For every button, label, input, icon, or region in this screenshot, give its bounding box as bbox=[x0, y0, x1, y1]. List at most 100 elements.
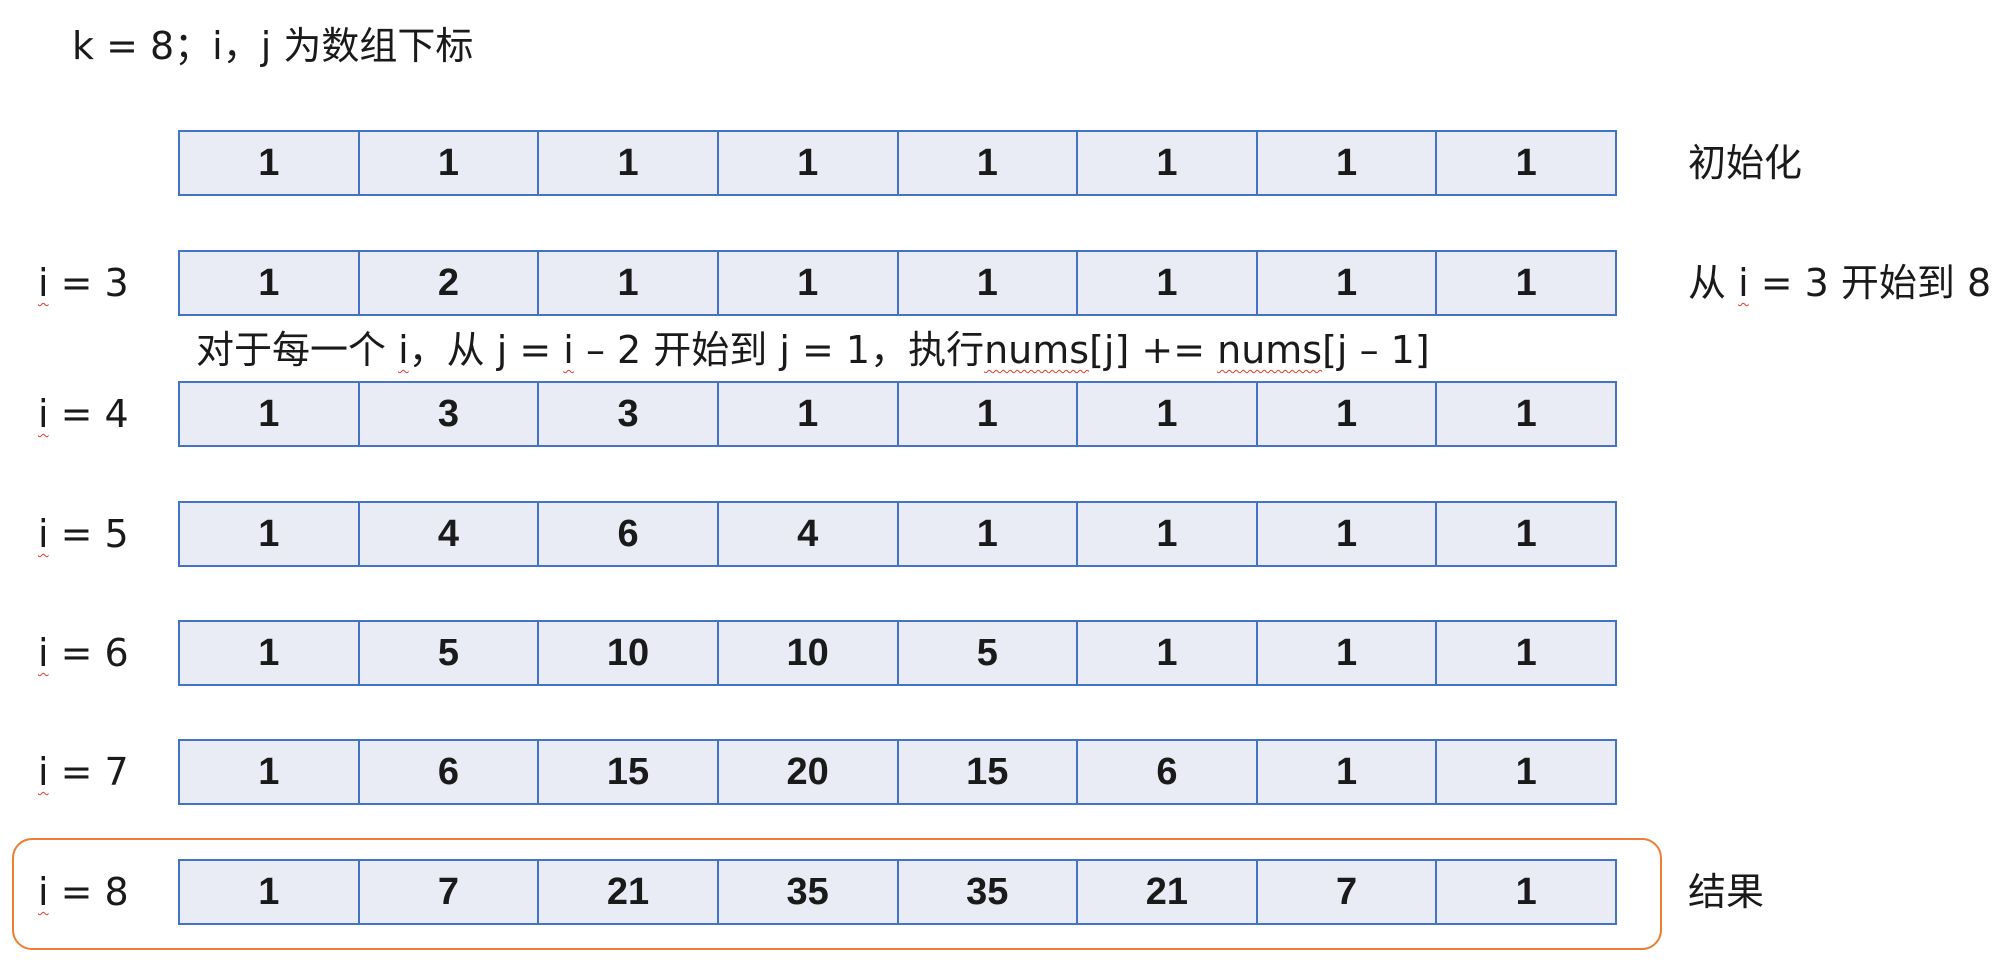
array-cell: 1 bbox=[178, 620, 360, 686]
array-cell: 1 bbox=[1435, 130, 1617, 196]
array-cell: 1 bbox=[716, 250, 899, 316]
array-cell: 4 bbox=[716, 501, 899, 567]
array-cell: 35 bbox=[716, 859, 899, 925]
step-note-var: nums bbox=[984, 328, 1090, 372]
array-cell: 1 bbox=[1255, 739, 1438, 805]
step-note-text: [j – 1] bbox=[1322, 328, 1430, 372]
array-cell: 15 bbox=[537, 739, 719, 805]
array-cell: 5 bbox=[357, 620, 540, 686]
row-label-var: i bbox=[38, 750, 49, 794]
side-note-var: i bbox=[1738, 261, 1749, 305]
array-cell: 1 bbox=[896, 250, 1079, 316]
row-label-i6: i = 6 bbox=[38, 620, 178, 686]
array-row-i4: 1 3 3 1 1 1 1 1 bbox=[178, 381, 1617, 447]
array-cell: 3 bbox=[537, 381, 719, 447]
side-note-range: 从 i = 3 开始到 8 bbox=[1688, 250, 1991, 316]
step-note-text: ，从 j = bbox=[408, 328, 564, 372]
array-cell: 6 bbox=[1076, 739, 1258, 805]
step-note-text: – 2 开始到 j = 1，执行 bbox=[573, 328, 985, 372]
array-cell: 2 bbox=[357, 250, 540, 316]
array-cell: 1 bbox=[1435, 859, 1617, 925]
array-cell: 1 bbox=[1435, 739, 1617, 805]
array-cell: 7 bbox=[357, 859, 540, 925]
array-row-i3: 1 2 1 1 1 1 1 1 bbox=[178, 250, 1617, 316]
array-cell: 1 bbox=[1076, 381, 1258, 447]
step-note-var: i bbox=[563, 328, 574, 372]
array-cell: 1 bbox=[1435, 501, 1617, 567]
array-cell: 15 bbox=[896, 739, 1079, 805]
array-cell: 1 bbox=[1255, 250, 1438, 316]
header-note: k = 8；i，j 为数组下标 bbox=[72, 24, 474, 68]
row-label-i8: i = 8 bbox=[38, 859, 178, 925]
array-cell: 1 bbox=[1255, 620, 1438, 686]
array-row-init: 1 1 1 1 1 1 1 1 bbox=[178, 130, 1617, 196]
side-note-init: 初始化 bbox=[1688, 130, 1802, 196]
row-label-value: = 5 bbox=[48, 512, 129, 556]
row-label-var: i bbox=[38, 631, 49, 675]
row-label-var: i bbox=[38, 392, 49, 436]
step-note: 对于每一个 i，从 j = i – 2 开始到 j = 1，执行nums[j] … bbox=[196, 322, 1430, 378]
array-cell: 1 bbox=[716, 381, 899, 447]
step-note-var: nums bbox=[1217, 328, 1323, 372]
row-label-value: = 7 bbox=[48, 750, 129, 794]
array-cell: 1 bbox=[1076, 130, 1258, 196]
row-label-var: i bbox=[38, 870, 49, 914]
side-note-text: 从 bbox=[1688, 261, 1739, 305]
array-cell: 10 bbox=[716, 620, 899, 686]
array-cell: 1 bbox=[178, 250, 360, 316]
step-note-var: i bbox=[398, 328, 409, 372]
array-cell: 1 bbox=[1255, 501, 1438, 567]
array-cell: 1 bbox=[537, 130, 719, 196]
array-cell: 20 bbox=[716, 739, 899, 805]
array-cell: 21 bbox=[537, 859, 719, 925]
row-label-i4: i = 4 bbox=[38, 381, 178, 447]
array-cell: 1 bbox=[357, 130, 540, 196]
row-label-var: i bbox=[38, 261, 49, 305]
array-row-i8: 1 7 21 35 35 21 7 1 bbox=[178, 859, 1617, 925]
array-cell: 1 bbox=[178, 501, 360, 567]
step-note-text: 对于每一个 bbox=[196, 328, 399, 372]
row-label-value: = 8 bbox=[48, 870, 129, 914]
row-label-value: = 4 bbox=[48, 392, 129, 436]
array-cell: 1 bbox=[178, 381, 360, 447]
array-cell: 1 bbox=[1435, 620, 1617, 686]
side-note-text: 初始化 bbox=[1688, 141, 1803, 185]
side-note-result: 结果 bbox=[1688, 859, 1764, 925]
row-label-value: = 6 bbox=[48, 631, 129, 675]
array-cell: 1 bbox=[178, 739, 360, 805]
row-label-i5: i = 5 bbox=[38, 501, 178, 567]
array-cell: 1 bbox=[896, 130, 1079, 196]
array-cell: 1 bbox=[896, 381, 1079, 447]
array-cell: 10 bbox=[537, 620, 719, 686]
array-cell: 1 bbox=[1435, 381, 1617, 447]
array-cell: 1 bbox=[178, 130, 360, 196]
array-cell: 1 bbox=[1076, 250, 1258, 316]
array-cell: 1 bbox=[1255, 130, 1438, 196]
array-cell: 21 bbox=[1076, 859, 1258, 925]
side-note-text: 结果 bbox=[1688, 870, 1765, 914]
array-cell: 35 bbox=[896, 859, 1079, 925]
array-row-i5: 1 4 6 4 1 1 1 1 bbox=[178, 501, 1617, 567]
array-cell: 7 bbox=[1255, 859, 1438, 925]
array-cell: 6 bbox=[357, 739, 540, 805]
row-label-value: = 3 bbox=[48, 261, 129, 305]
array-cell: 1 bbox=[537, 250, 719, 316]
array-cell: 1 bbox=[1435, 250, 1617, 316]
row-label-i3: i = 3 bbox=[38, 250, 178, 316]
array-cell: 5 bbox=[896, 620, 1079, 686]
side-note-text: = 3 开始到 8 bbox=[1748, 261, 1992, 305]
array-row-i7: 1 6 15 20 15 6 1 1 bbox=[178, 739, 1617, 805]
array-cell: 1 bbox=[1255, 381, 1438, 447]
array-cell: 1 bbox=[1076, 620, 1258, 686]
array-cell: 3 bbox=[357, 381, 540, 447]
array-cell: 1 bbox=[178, 859, 360, 925]
array-cell: 1 bbox=[1076, 501, 1258, 567]
array-cell: 1 bbox=[716, 130, 899, 196]
row-label-i7: i = 7 bbox=[38, 739, 178, 805]
array-cell: 4 bbox=[357, 501, 540, 567]
step-note-text: [j] += bbox=[1089, 328, 1218, 372]
row-label-var: i bbox=[38, 512, 49, 556]
array-row-i6: 1 5 10 10 5 1 1 1 bbox=[178, 620, 1617, 686]
array-cell: 6 bbox=[537, 501, 719, 567]
array-cell: 1 bbox=[896, 501, 1079, 567]
